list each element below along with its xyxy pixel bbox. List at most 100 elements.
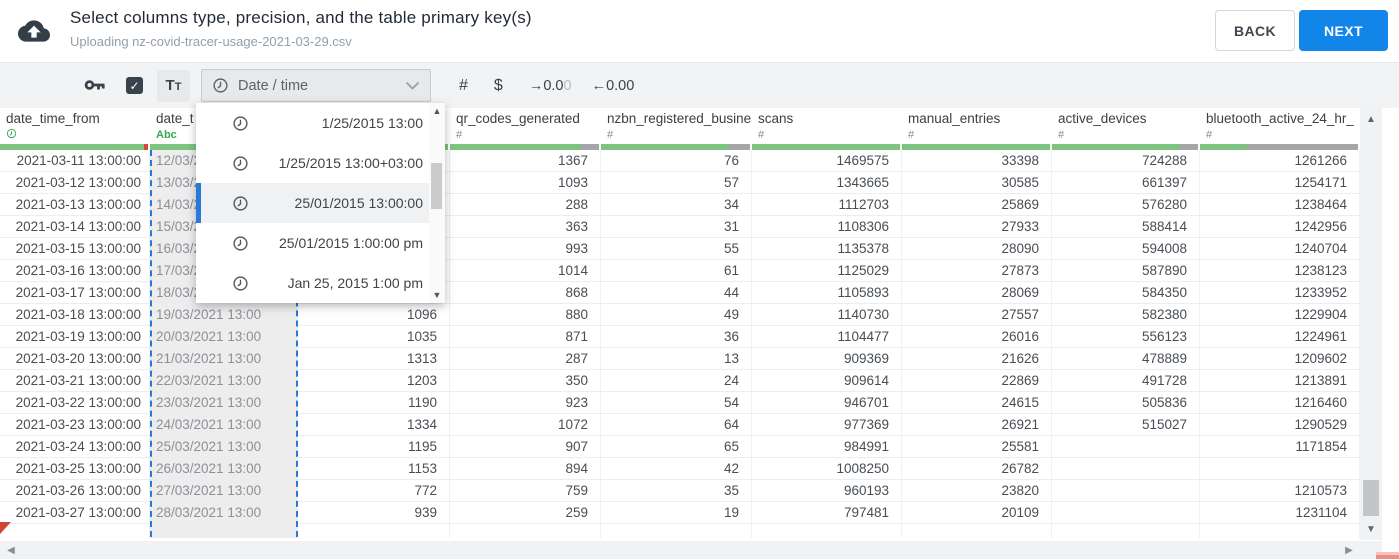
- table-cell[interactable]: 19: [601, 502, 752, 523]
- table-cell[interactable]: 1008250: [752, 458, 902, 479]
- table-cell[interactable]: 27/03/2021 13:00: [150, 480, 298, 501]
- table-cell[interactable]: [1052, 436, 1200, 457]
- vertical-scrollbar[interactable]: ▲ ▼: [1360, 108, 1382, 540]
- table-cell[interactable]: [601, 524, 752, 538]
- table-cell[interactable]: 26/03/2021 13:00: [150, 458, 298, 479]
- table-cell[interactable]: 993: [450, 238, 601, 259]
- table-cell[interactable]: 1290529: [1200, 414, 1360, 435]
- table-cell[interactable]: 2021-03-14 13:00:00: [0, 216, 150, 237]
- table-cell[interactable]: 65: [601, 436, 752, 457]
- date-format-option[interactable]: 25/01/2015 1:00:00 pm: [196, 223, 429, 263]
- table-cell[interactable]: 26016: [902, 326, 1052, 347]
- table-cell[interactable]: 26921: [902, 414, 1052, 435]
- table-cell[interactable]: 24/03/2021 13:00: [150, 414, 298, 435]
- table-cell[interactable]: [752, 524, 902, 538]
- table-cell[interactable]: 1195: [298, 436, 450, 457]
- table-cell[interactable]: 868: [450, 282, 601, 303]
- table-cell[interactable]: 576280: [1052, 194, 1200, 215]
- table-cell[interactable]: 363: [450, 216, 601, 237]
- column-header[interactable]: scans #: [752, 108, 902, 150]
- table-cell[interactable]: [298, 524, 450, 538]
- table-cell[interactable]: 1254171: [1200, 172, 1360, 193]
- table-cell[interactable]: 2021-03-21 13:00:00: [0, 370, 150, 391]
- table-cell[interactable]: 1334: [298, 414, 450, 435]
- dropdown-scrollbar-thumb[interactable]: [431, 163, 442, 209]
- table-cell[interactable]: 2021-03-20 13:00:00: [0, 348, 150, 369]
- table-cell[interactable]: 287: [450, 348, 601, 369]
- table-cell[interactable]: 20/03/2021 13:00: [150, 326, 298, 347]
- scroll-up-icon[interactable]: ▲: [1360, 110, 1382, 128]
- table-cell[interactable]: 24615: [902, 392, 1052, 413]
- table-cell[interactable]: 25869: [902, 194, 1052, 215]
- table-cell[interactable]: 556123: [1052, 326, 1200, 347]
- date-format-option[interactable]: 1/25/2015 13:00+03:00: [196, 143, 429, 183]
- horizontal-scrollbar[interactable]: ◀ ▶: [0, 541, 1382, 559]
- table-cell[interactable]: 25/03/2021 13:00: [150, 436, 298, 457]
- table-cell[interactable]: 27933: [902, 216, 1052, 237]
- table-cell[interactable]: 1343665: [752, 172, 902, 193]
- table-cell[interactable]: 984991: [752, 436, 902, 457]
- table-cell[interactable]: 909369: [752, 348, 902, 369]
- table-cell[interactable]: 55: [601, 238, 752, 259]
- table-cell[interactable]: [0, 524, 150, 538]
- table-cell[interactable]: [1200, 458, 1360, 479]
- date-format-option[interactable]: 1/25/2015 13:00: [196, 103, 429, 143]
- type-select-dropdown[interactable]: Date / time: [201, 69, 431, 102]
- table-cell[interactable]: 2021-03-12 13:00:00: [0, 172, 150, 193]
- table-cell[interactable]: 2021-03-16 13:00:00: [0, 260, 150, 281]
- scroll-up-icon[interactable]: ▲: [429, 103, 445, 119]
- table-cell[interactable]: [1052, 458, 1200, 479]
- table-cell[interactable]: 1216460: [1200, 392, 1360, 413]
- table-cell[interactable]: 36: [601, 326, 752, 347]
- table-cell[interactable]: 946701: [752, 392, 902, 413]
- table-cell[interactable]: 1233952: [1200, 282, 1360, 303]
- table-cell[interactable]: 21626: [902, 348, 1052, 369]
- table-cell[interactable]: [150, 524, 298, 538]
- column-header[interactable]: nzbn_registered_busine #: [601, 108, 752, 150]
- table-cell[interactable]: 1469575: [752, 150, 902, 171]
- column-header[interactable]: manual_entries #: [902, 108, 1052, 150]
- table-cell[interactable]: 724288: [1052, 150, 1200, 171]
- table-cell[interactable]: 1108306: [752, 216, 902, 237]
- table-cell[interactable]: 1105893: [752, 282, 902, 303]
- dropdown-scrollbar[interactable]: ▲ ▼: [429, 103, 445, 303]
- table-cell[interactable]: 587890: [1052, 260, 1200, 281]
- scroll-down-icon[interactable]: ▼: [429, 287, 445, 303]
- table-cell[interactable]: 2021-03-23 13:00:00: [0, 414, 150, 435]
- table-cell[interactable]: 23/03/2021 13:00: [150, 392, 298, 413]
- table-cell[interactable]: 894: [450, 458, 601, 479]
- table-cell[interactable]: 977369: [752, 414, 902, 435]
- next-button[interactable]: NEXT: [1299, 10, 1388, 51]
- table-cell[interactable]: 28090: [902, 238, 1052, 259]
- table-cell[interactable]: 2021-03-17 13:00:00: [0, 282, 150, 303]
- table-cell[interactable]: 1014: [450, 260, 601, 281]
- table-cell[interactable]: [1052, 480, 1200, 501]
- table-cell[interactable]: 33398: [902, 150, 1052, 171]
- table-cell[interactable]: 23820: [902, 480, 1052, 501]
- table-cell[interactable]: 57: [601, 172, 752, 193]
- scroll-left-icon[interactable]: ◀: [2, 541, 20, 559]
- date-format-option[interactable]: 25/01/2015 13:00:00: [196, 183, 429, 223]
- table-cell[interactable]: 1096: [298, 304, 450, 325]
- table-cell[interactable]: 1242956: [1200, 216, 1360, 237]
- table-cell[interactable]: 1153: [298, 458, 450, 479]
- table-cell[interactable]: 1210573: [1200, 480, 1360, 501]
- table-cell[interactable]: 588414: [1052, 216, 1200, 237]
- table-cell[interactable]: 2021-03-19 13:00:00: [0, 326, 150, 347]
- table-cell[interactable]: 2021-03-24 13:00:00: [0, 436, 150, 457]
- table-cell[interactable]: 797481: [752, 502, 902, 523]
- decrease-decimal-button[interactable]: →0.00: [529, 78, 572, 94]
- table-cell[interactable]: 1209602: [1200, 348, 1360, 369]
- table-cell[interactable]: 1203: [298, 370, 450, 391]
- table-cell[interactable]: 61: [601, 260, 752, 281]
- table-cell[interactable]: 772: [298, 480, 450, 501]
- table-cell[interactable]: 28069: [902, 282, 1052, 303]
- table-cell[interactable]: 34: [601, 194, 752, 215]
- integer-type-button[interactable]: #: [459, 77, 468, 95]
- table-cell[interactable]: 25581: [902, 436, 1052, 457]
- table-cell[interactable]: 584350: [1052, 282, 1200, 303]
- table-cell[interactable]: 880: [450, 304, 601, 325]
- table-cell[interactable]: 1093: [450, 172, 601, 193]
- table-cell[interactable]: 2021-03-27 13:00:00: [0, 502, 150, 523]
- table-cell[interactable]: 478889: [1052, 348, 1200, 369]
